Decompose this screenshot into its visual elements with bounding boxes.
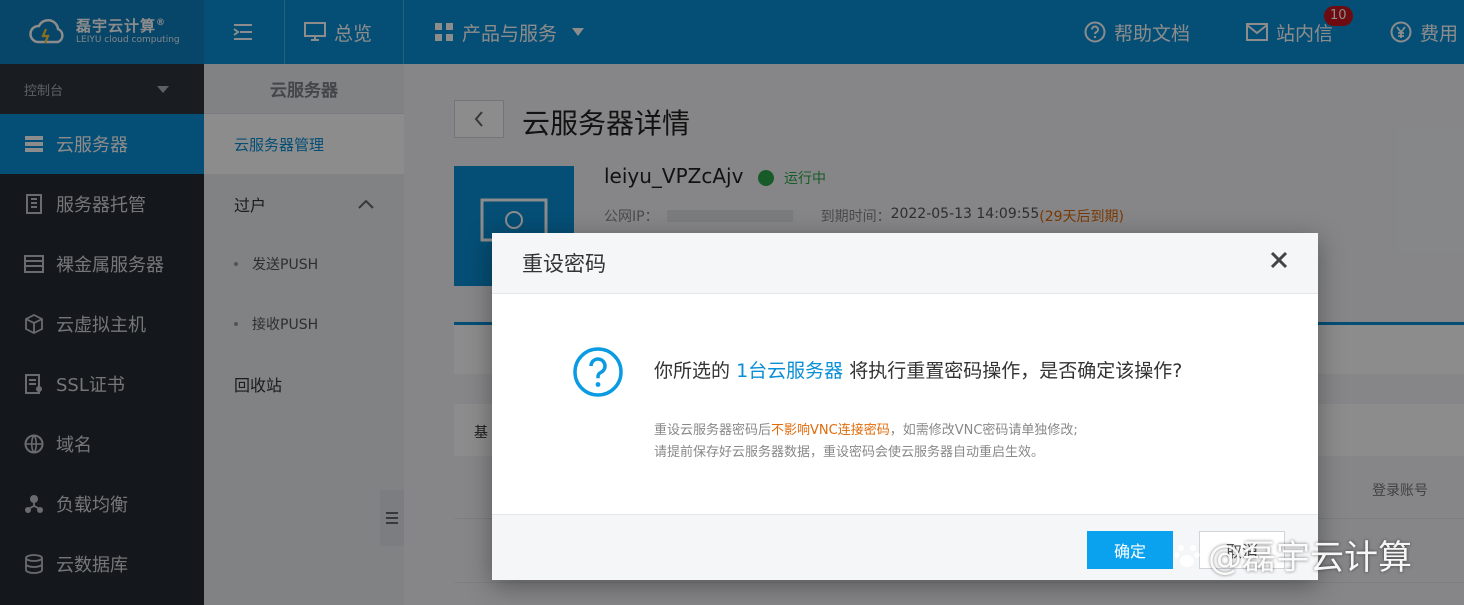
- close-button[interactable]: [1270, 251, 1288, 273]
- confirm-message: 你所选的 1台云服务器 将执行重置密码操作，是否确定该操作?: [654, 356, 1182, 383]
- note-suffix: ，如需修改VNC密码请单独修改;: [889, 423, 1078, 438]
- note-line-2: 请提前保存好云服务器数据，重设密码会使云服务器自动重启生效。: [654, 445, 1045, 460]
- cancel-button[interactable]: 取消: [1199, 531, 1285, 569]
- dialog-note: 重设云服务器密码后不影响VNC连接密码，如需修改VNC密码请单独修改; 请提前保…: [654, 420, 1078, 464]
- msg-prefix: 你所选的: [654, 360, 731, 382]
- reset-password-dialog: 重设密码 你所选的 1台云服务器 将执行重置密码操作，是否确定该操作? 重设云服…: [492, 233, 1318, 580]
- note-warning: 不影响VNC连接密码: [771, 423, 890, 438]
- note-prefix: 重设云服务器密码后: [654, 423, 772, 438]
- close-icon: [1270, 251, 1288, 269]
- selected-count-link: 1台云服务器: [736, 360, 844, 382]
- dialog-footer: 确定 取消: [492, 514, 1318, 580]
- dialog-title: 重设密码: [522, 252, 606, 276]
- dialog-header: 重设密码: [492, 233, 1318, 294]
- msg-suffix: 将执行重置密码操作，是否确定该操作?: [849, 360, 1183, 382]
- dialog-body: 你所选的 1台云服务器 将执行重置密码操作，是否确定该操作? 重设云服务器密码后…: [492, 294, 1318, 514]
- question-circle-icon: [573, 347, 623, 397]
- confirm-button[interactable]: 确定: [1087, 531, 1173, 569]
